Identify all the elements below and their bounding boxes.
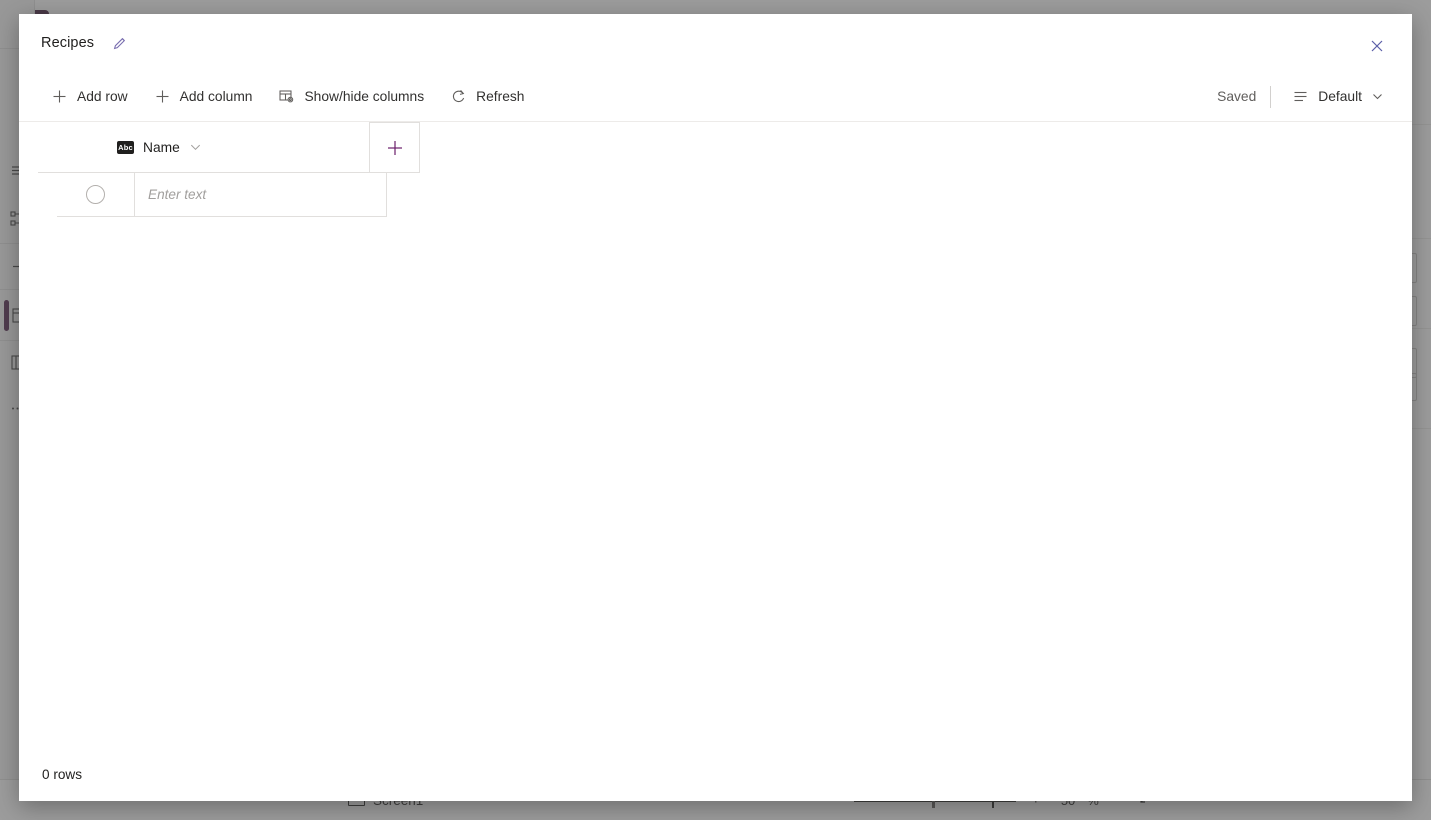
add-column-label: Add column	[179, 89, 253, 104]
refresh-button[interactable]: Refresh	[440, 80, 534, 114]
grid-header-row: Abc Name	[38, 122, 420, 173]
recipes-table-dialog: Recipes Add row Add column Show/hide col…	[19, 14, 1412, 801]
refresh-label: Refresh	[476, 89, 525, 104]
view-selector[interactable]: Default	[1284, 80, 1392, 114]
dialog-header: Recipes	[19, 14, 1412, 72]
chevron-down-icon[interactable]	[189, 141, 202, 154]
show-hide-columns-label: Show/hide columns	[304, 89, 425, 104]
grid-select-all-cell[interactable]	[38, 122, 115, 172]
grid-new-row	[57, 172, 387, 217]
grid-cell-name[interactable]	[135, 172, 387, 216]
show-hide-columns-button[interactable]: Show/hide columns	[268, 80, 434, 114]
dialog-toolbar: Add row Add column Show/hide columns Ref…	[19, 72, 1412, 122]
plus-icon	[51, 88, 68, 105]
add-row-label: Add row	[77, 89, 128, 104]
radio-unchecked-icon[interactable]	[86, 184, 105, 204]
text-type-icon: Abc	[117, 140, 134, 154]
add-column-grid-button[interactable]	[369, 122, 420, 172]
view-selector-label: Default	[1318, 89, 1362, 104]
app-root: Screen1 − + 50 % Rec	[0, 0, 1431, 820]
grid-column-header-name[interactable]: Abc Name	[115, 122, 368, 172]
row-select-cell[interactable]	[57, 172, 135, 216]
list-lines-icon	[1292, 88, 1309, 105]
dialog-title: Recipes	[41, 35, 95, 51]
row-count-label: 0 rows	[42, 766, 83, 782]
plus-icon	[154, 88, 171, 105]
grid-column-header-label: Name	[143, 139, 180, 155]
pencil-icon[interactable]	[108, 31, 132, 55]
chevron-down-icon	[1371, 90, 1384, 103]
toolbar-divider	[1270, 85, 1272, 108]
table-settings-icon	[278, 88, 295, 105]
refresh-icon	[450, 88, 467, 105]
add-column-button[interactable]: Add column	[144, 80, 263, 114]
dialog-footer: 0 rows	[19, 747, 1412, 801]
saved-status: Saved	[1217, 89, 1257, 104]
close-icon[interactable]	[1362, 31, 1392, 61]
dialog-body: Abc Name	[19, 122, 1412, 747]
grid-cell-name-input[interactable]	[146, 185, 386, 203]
toolbar-right-group: Saved Default	[1217, 80, 1392, 114]
add-row-button[interactable]: Add row	[41, 80, 138, 114]
